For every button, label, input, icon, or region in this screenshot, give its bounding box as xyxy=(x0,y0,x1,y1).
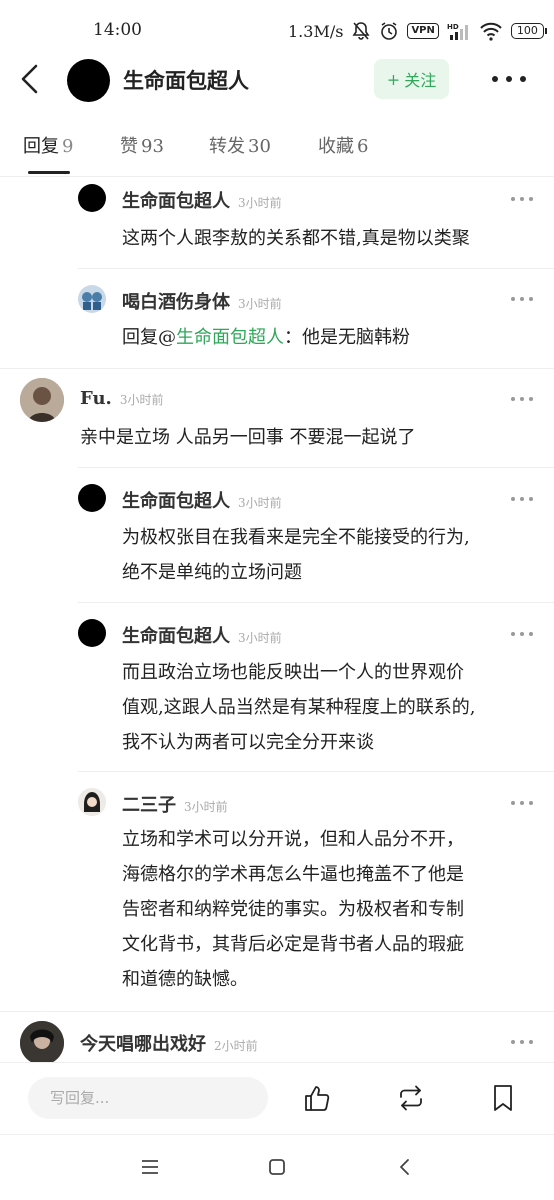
status-icons: 1.3M/s VPN HD 100 xyxy=(288,18,547,44)
comment-text: 为极权张目在我看来是完全不能接受的行为, 绝不是单纯的立场问题 xyxy=(122,527,470,583)
comment-more-icon[interactable] xyxy=(511,801,533,807)
mention-link[interactable]: 生命面包超人 xyxy=(176,327,284,348)
author-avatar[interactable] xyxy=(67,59,110,102)
follow-button[interactable]: + 关注 xyxy=(374,59,449,99)
tab-reposts[interactable]: 转发 30 xyxy=(209,132,271,158)
system-nav-bar xyxy=(0,1135,554,1200)
avatar-image xyxy=(78,788,106,816)
comment-author[interactable]: 喝白酒伤身体 3小时前 xyxy=(122,288,282,314)
comment-text: 立场和学术可以分开说，但和人品分不开， 海德格尔的学术再怎么牛逼也掩盖不了他是 告密… xyxy=(122,829,464,990)
mute-icon xyxy=(352,22,370,40)
avatar-image xyxy=(20,1021,64,1065)
avatar[interactable] xyxy=(78,619,106,647)
status-time: 14:00 xyxy=(93,20,142,40)
avatar[interactable] xyxy=(78,285,106,313)
tab-likes[interactable]: 赞 93 xyxy=(120,132,164,158)
tab-bar: 回复 9 赞 93 转发 30 收藏 6 xyxy=(0,128,554,178)
divider xyxy=(78,268,554,269)
avatar[interactable] xyxy=(78,184,106,212)
follow-label: 关注 xyxy=(404,71,437,90)
active-tab-indicator xyxy=(28,171,70,174)
battery-indicator: 100 xyxy=(510,23,547,39)
comment-more-icon[interactable] xyxy=(511,1040,533,1046)
avatar-image xyxy=(20,378,64,422)
comment-text: 回复@生命面包超人：他是无脑韩粉 xyxy=(122,327,410,348)
avatar-image xyxy=(82,292,102,310)
comment-text: 这两个人跟李敖的关系都不错,真是物以类聚 xyxy=(122,228,470,249)
more-dots-icon[interactable] xyxy=(492,69,526,89)
comment-text: 而且政治立场也能反映出一个人的世界观价 值观,这跟人品当然是有某种程度上的联系的,… xyxy=(122,662,476,753)
comment-more-icon[interactable] xyxy=(511,197,533,203)
tab-replies[interactable]: 回复 9 xyxy=(23,132,73,158)
svg-text:HD: HD xyxy=(447,23,459,31)
tab-favorites[interactable]: 收藏 6 xyxy=(318,132,368,158)
menu-icon[interactable] xyxy=(140,1157,160,1177)
avatar[interactable] xyxy=(20,378,64,422)
plus-icon: + xyxy=(386,69,401,89)
comment-author[interactable]: 生命面包超人 3小时前 xyxy=(122,487,282,513)
divider xyxy=(78,602,554,603)
divider xyxy=(0,176,554,177)
comment-author[interactable]: 生命面包超人 3小时前 xyxy=(122,187,282,213)
comment-author[interactable]: 二三子 3小时前 xyxy=(122,791,228,817)
comment-author[interactable]: Fu. 3小时前 xyxy=(80,388,163,409)
comment-text: 亲中是立场 人品另一回事 不要混一起说了 xyxy=(80,427,416,448)
divider xyxy=(0,368,554,369)
alarm-icon xyxy=(381,22,398,40)
avatar[interactable] xyxy=(78,788,106,816)
app-header: 生命面包超人 + 关注 xyxy=(0,55,554,105)
signal-icon: HD xyxy=(447,23,468,40)
vpn-badge: VPN xyxy=(407,23,439,39)
network-speed: 1.3M/s xyxy=(288,21,344,41)
avatar[interactable] xyxy=(78,484,106,512)
page-title[interactable]: 生命面包超人 xyxy=(123,65,249,95)
comment-more-icon[interactable] xyxy=(511,297,533,303)
avatar[interactable] xyxy=(20,1021,64,1065)
repost-icon[interactable] xyxy=(396,1083,426,1113)
comment-more-icon[interactable] xyxy=(511,632,533,638)
comment-author[interactable]: 今天唱哪出戏好 2小时前 xyxy=(80,1030,258,1056)
bottom-action-bar xyxy=(0,1062,554,1134)
comment-more-icon[interactable] xyxy=(511,397,533,403)
status-bar: 14:00 1.3M/s VPN HD 100 xyxy=(0,0,554,60)
comment-author[interactable]: 生命面包超人 3小时前 xyxy=(122,622,282,648)
comment-more-icon[interactable] xyxy=(511,497,533,503)
divider xyxy=(0,1011,554,1012)
bookmark-icon[interactable] xyxy=(488,1083,518,1113)
divider xyxy=(78,771,554,772)
home-icon[interactable] xyxy=(267,1157,287,1177)
back-nav-icon[interactable] xyxy=(395,1157,415,1177)
thumbs-up-icon[interactable] xyxy=(303,1083,333,1113)
back-arrow-icon[interactable] xyxy=(18,63,42,95)
wifi-icon xyxy=(480,22,502,41)
divider xyxy=(78,467,554,468)
reply-input[interactable] xyxy=(28,1077,268,1119)
